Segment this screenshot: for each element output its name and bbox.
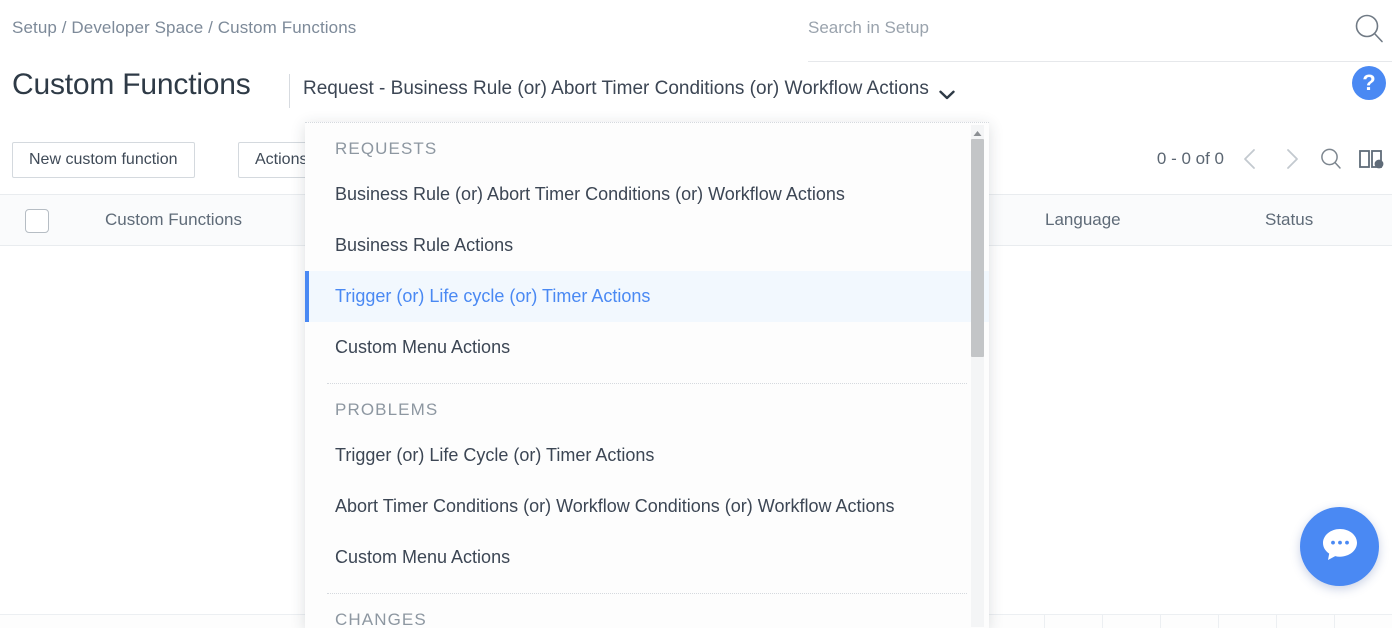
column-header-custom-functions[interactable]: Custom Functions (105, 210, 242, 230)
chevron-left-icon[interactable] (1238, 146, 1264, 172)
new-custom-function-button[interactable]: New custom function (12, 142, 195, 178)
page-title: Custom Functions (12, 68, 251, 101)
scroll-up-arrow-icon[interactable] (971, 126, 984, 137)
dropdown-item[interactable]: Custom Menu Actions (305, 532, 989, 583)
column-header-language[interactable]: Language (1045, 210, 1121, 230)
dropdown-group-label: PROBLEMS (335, 400, 439, 419)
footer-cell (1218, 615, 1276, 628)
dropdown-item[interactable]: Trigger (or) Life cycle (or) Timer Actio… (305, 271, 989, 322)
pagination-controls: 0 - 0 of 0 (1157, 146, 1384, 172)
dropdown-group-label: CHANGES (335, 610, 427, 628)
help-button[interactable]: ? (1352, 66, 1386, 100)
chat-widget-button[interactable] (1300, 507, 1379, 586)
search-icon[interactable] (1352, 12, 1386, 46)
dropdown-item[interactable]: Business Rule (or) Abort Timer Condition… (305, 169, 989, 220)
search-input[interactable] (808, 18, 1328, 38)
function-type-label: Request - Business Rule (or) Abort Timer… (303, 78, 929, 99)
pagination-count: 0 - 0 of 0 (1156, 149, 1224, 168)
chevron-down-icon (939, 84, 955, 100)
top-bar: Setup / Developer Space / Custom Functio… (0, 0, 1392, 62)
dropdown-item[interactable]: Trigger (or) Life Cycle (or) Timer Actio… (305, 430, 989, 481)
dropdown-item[interactable]: Business Rule Actions (305, 220, 989, 271)
footer-cell (1044, 615, 1102, 628)
dropdown-scrollbar-thumb[interactable] (971, 139, 984, 357)
column-settings-icon[interactable] (1358, 146, 1384, 172)
title-separator (289, 74, 290, 108)
chevron-right-icon[interactable] (1278, 146, 1304, 172)
dropdown-list[interactable]: REQUESTS Business Rule (or) Abort Timer C… (305, 123, 989, 628)
setup-search-container (808, 0, 1392, 62)
column-header-status[interactable]: Status (1265, 210, 1313, 230)
dropdown-group-label: REQUESTS (335, 139, 438, 158)
footer-cell (1102, 615, 1160, 628)
dropdown-item[interactable]: Abort Timer Conditions (or) Workflow Con… (305, 481, 989, 532)
function-type-selector[interactable]: Request - Business Rule (or) Abort Timer… (303, 78, 955, 100)
breadcrumb[interactable]: Setup / Developer Space / Custom Functio… (12, 18, 356, 38)
footer-cell (1276, 615, 1334, 628)
select-all-checkbox[interactable] (25, 209, 49, 233)
dropdown-item[interactable]: Custom Menu Actions (305, 322, 989, 373)
function-type-dropdown[interactable]: REQUESTS Business Rule (or) Abort Timer C… (305, 122, 989, 628)
footer-cell (1160, 615, 1218, 628)
chat-bubble-icon (1319, 524, 1361, 569)
footer-cell (1334, 615, 1392, 628)
list-search-icon[interactable] (1318, 146, 1344, 172)
title-row: Custom Functions Request - Business Rule… (0, 62, 1392, 124)
